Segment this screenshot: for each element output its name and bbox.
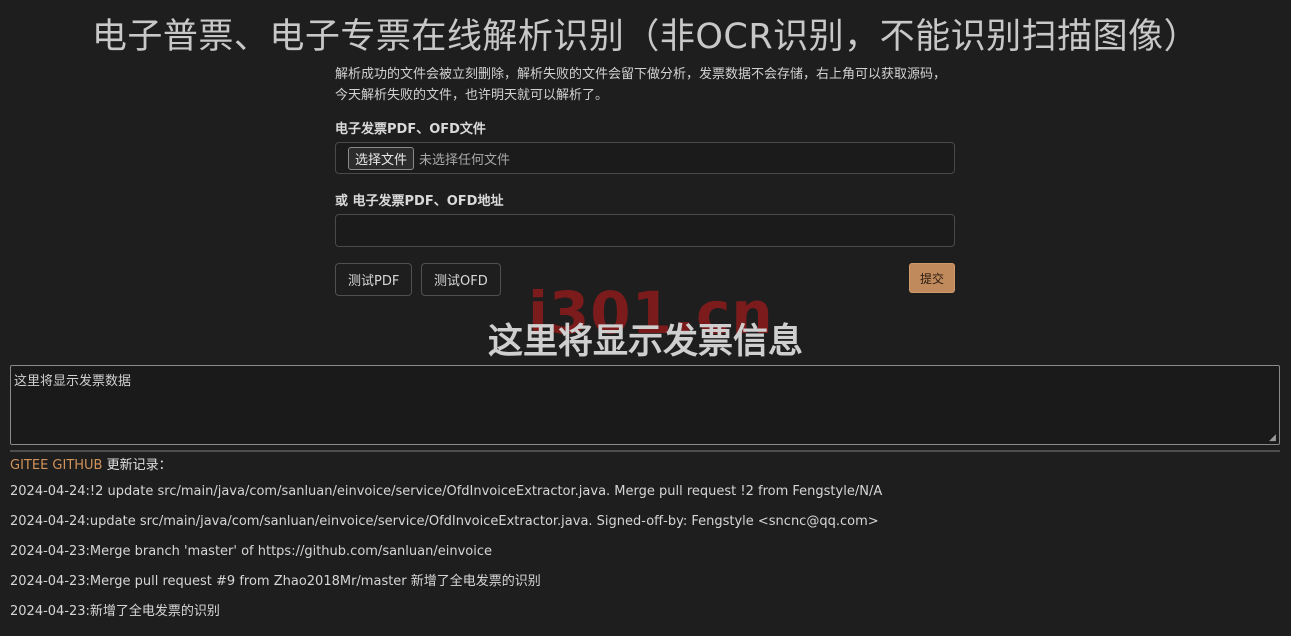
changelog-item: 2024-04-24:!2 update src/main/java/com/s… <box>10 484 883 499</box>
changelog-item: 2024-04-24:update src/main/java/com/sanl… <box>10 514 879 529</box>
choose-file-button[interactable]: 选择文件 <box>348 146 415 170</box>
github-link[interactable]: GITHUB <box>52 458 102 473</box>
submit-button[interactable]: 提交 <box>909 263 955 293</box>
gitee-link[interactable]: GITEE <box>10 458 48 473</box>
resize-grip-icon[interactable]: ◢ <box>1269 434 1278 443</box>
file-field-label: 电子发票PDF、OFD文件 <box>335 122 486 137</box>
test-ofd-button[interactable]: 测试OFD <box>421 263 501 296</box>
page-title: 电子普票、电子专票在线解析识别（非OCR识别，不能识别扫描图像） <box>91 17 1200 57</box>
result-heading: 这里将显示发票信息 <box>487 322 803 362</box>
changelog-item: 2024-04-23:Merge branch 'master' of http… <box>10 544 492 559</box>
invoice-result-textarea[interactable] <box>10 365 1280 445</box>
file-input[interactable]: 选择文件 未选择任何文件 <box>335 142 955 174</box>
changelog-item: 2024-04-23:新增了全电发票的识别 <box>10 604 220 619</box>
page: 电子普票、电子专票在线解析识别（非OCR识别，不能识别扫描图像） 解析成功的文件… <box>0 0 1291 636</box>
description-text: 解析成功的文件会被立刻删除，解析失败的文件会留下做分析，发票数据不会存储，右上角… <box>335 67 947 103</box>
upload-form: 解析成功的文件会被立刻删除，解析失败的文件会留下做分析，发票数据不会存储，右上角… <box>335 64 955 297</box>
changelog-header: GITEE GITHUB 更新记录： <box>10 454 172 473</box>
changelog-title: 更新记录： <box>102 458 172 473</box>
file-status-text: 未选择任何文件 <box>419 152 511 168</box>
url-field-label: 或 电子发票PDF、OFD地址 <box>335 194 504 209</box>
test-pdf-button[interactable]: 测试PDF <box>335 263 413 296</box>
divider <box>10 450 1280 452</box>
changelog-list: 2024-04-24:!2 update src/main/java/com/s… <box>10 484 882 634</box>
changelog-item: 2024-04-23:Merge pull request #9 from Zh… <box>10 574 541 589</box>
invoice-url-input[interactable] <box>335 214 955 247</box>
